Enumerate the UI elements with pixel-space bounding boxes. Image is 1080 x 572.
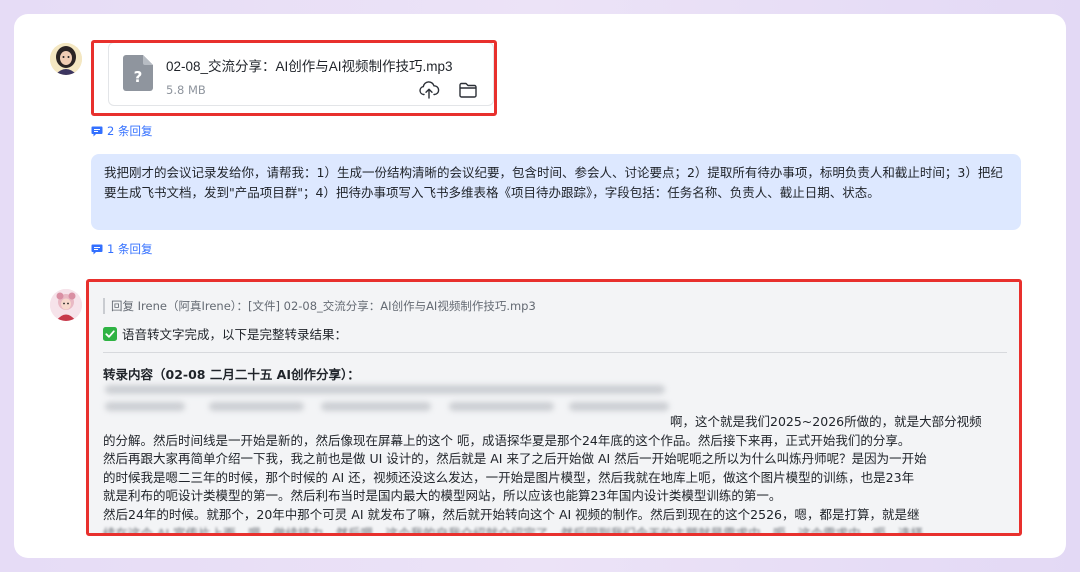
user-avatar[interactable] <box>50 43 82 75</box>
reply-count-label[interactable]: 1 条回复 <box>107 241 152 257</box>
reply-thread-icon <box>91 244 103 254</box>
reply-thread-icon <box>91 126 103 136</box>
thread-replies-link[interactable]: 1 条回复 <box>91 241 152 257</box>
request-message-text: 我把刚才的会议记录发给你，请帮我：1）生成一份结构清晰的会议纪要，包含时间、参会… <box>104 165 1003 200</box>
reply-count-label[interactable]: 2 条回复 <box>107 123 152 139</box>
bot-avatar[interactable] <box>50 289 82 321</box>
highlight-box-file <box>91 40 497 116</box>
highlight-box-transcript <box>86 279 1022 536</box>
thread-replies-link[interactable]: 2 条回复 <box>91 123 152 139</box>
request-message-bubble: 我把刚才的会议记录发给你，请帮我：1）生成一份结构清晰的会议纪要，包含时间、参会… <box>91 154 1021 230</box>
chat-panel: ? 02-08_交流分享：AI创作与AI视频制作技巧.mp3 5.8 MB 2 … <box>14 14 1066 558</box>
